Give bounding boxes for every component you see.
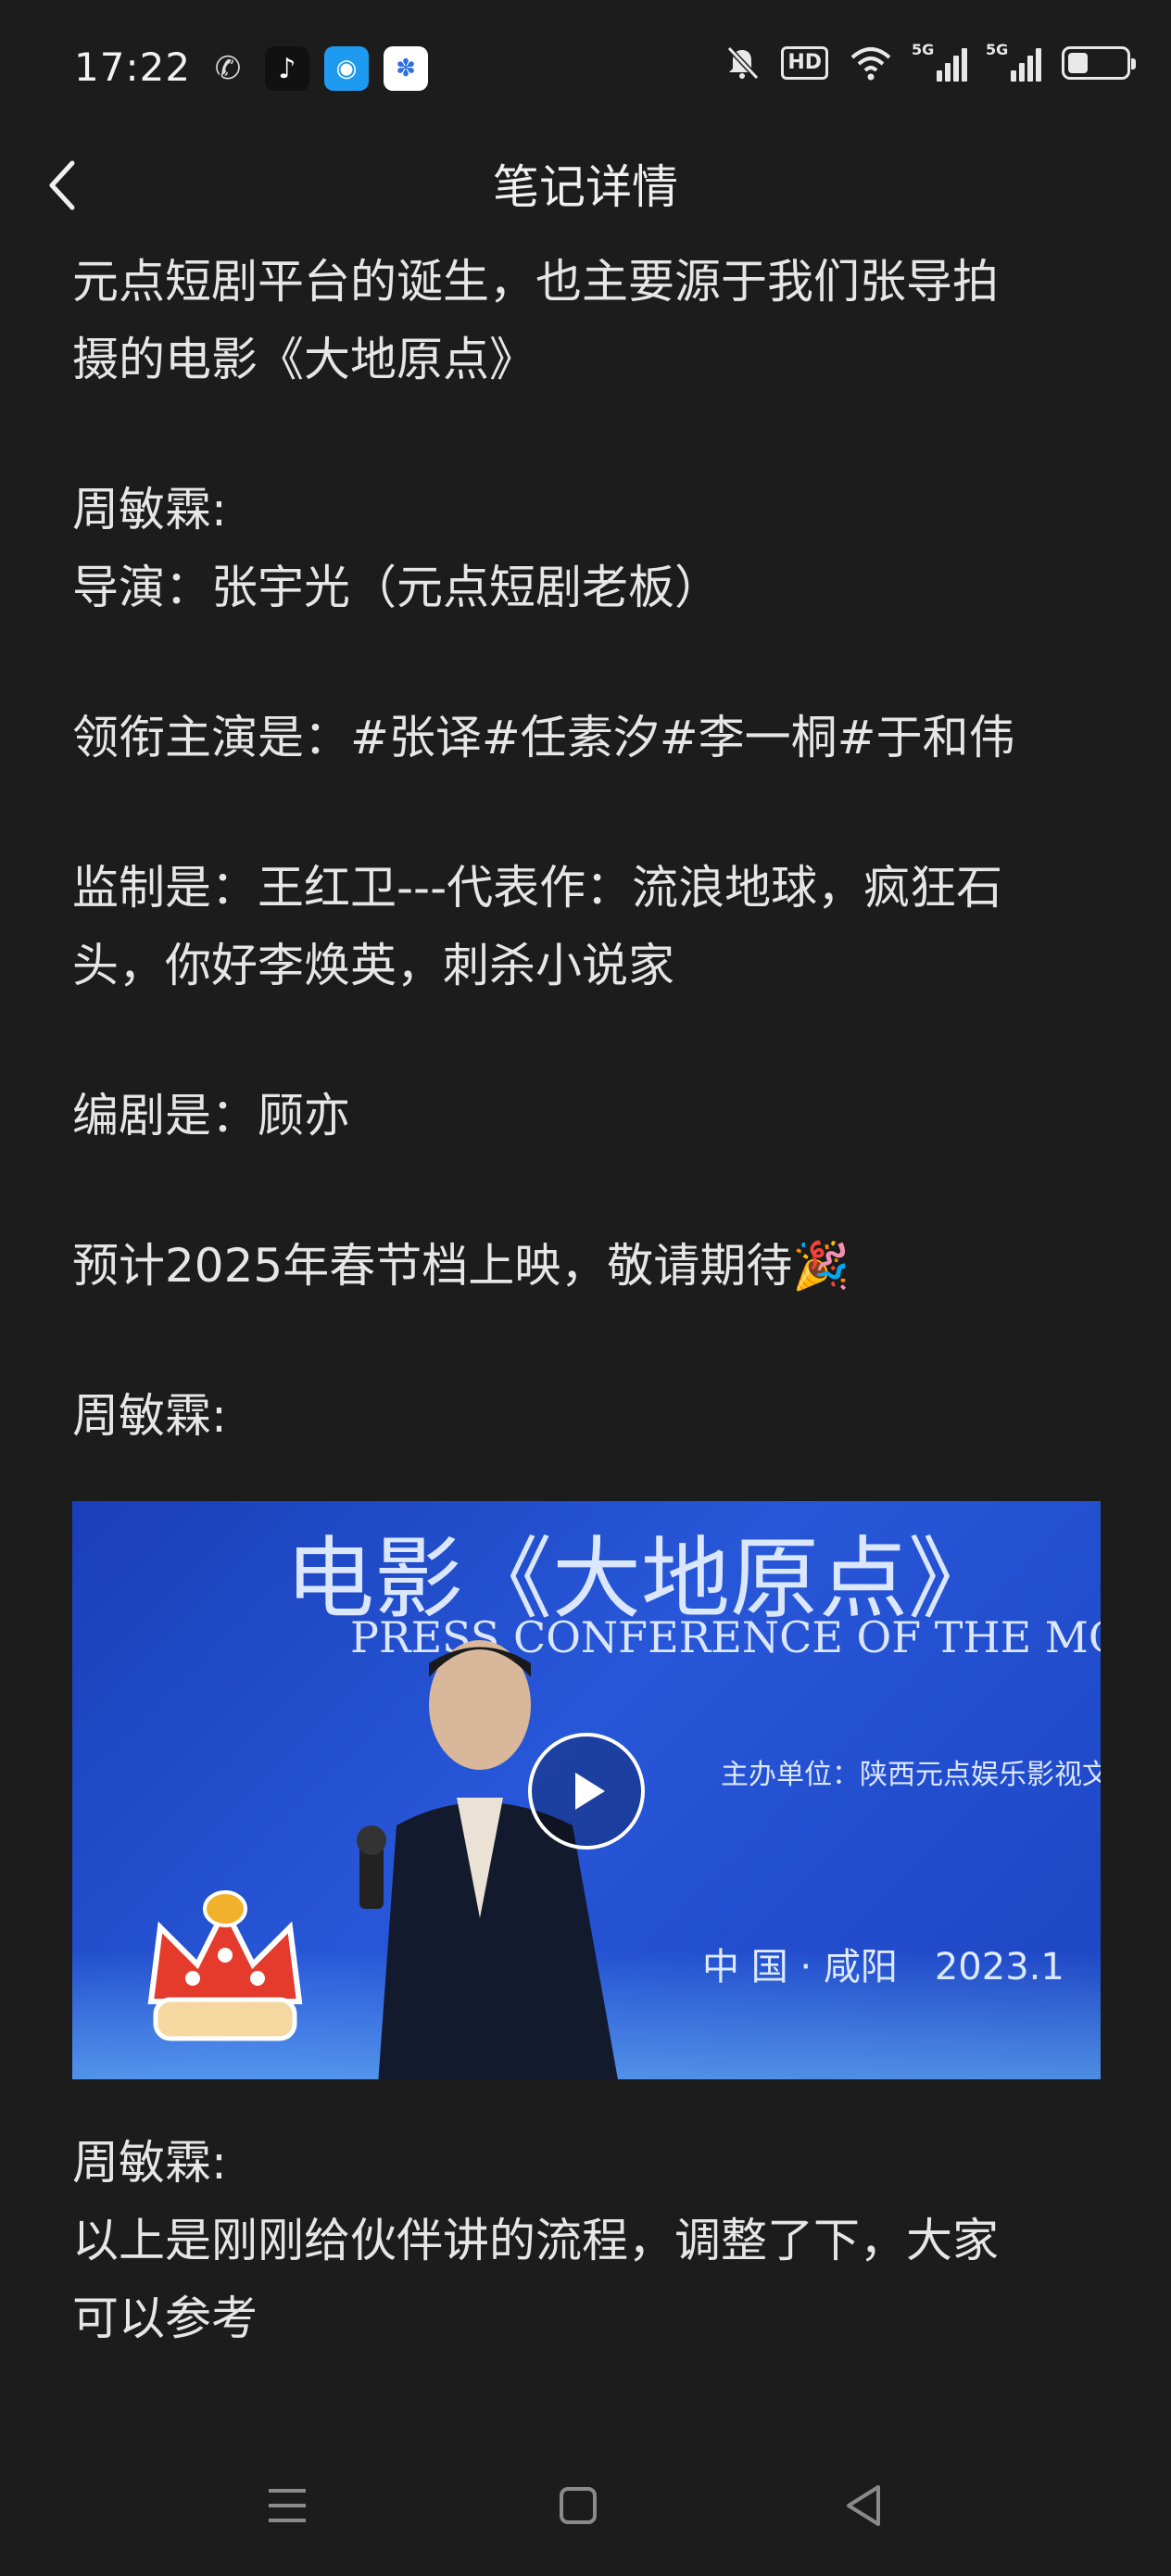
- chat-app-icon: ◉: [324, 46, 369, 91]
- battery-icon: [1062, 46, 1136, 80]
- speaker-figure: [357, 1640, 618, 2079]
- baidu-icon: ✽: [384, 46, 428, 91]
- crown-sticker: [147, 1890, 303, 2041]
- home-icon[interactable]: [550, 2478, 606, 2533]
- note-paragraph: 周敏霖: 以上是刚刚给伙伴讲的流程，调整了下，大家 可以参考: [72, 2136, 999, 2345]
- status-bar: 17:22 ✆ ♪ ◉ ✽ HD 5G 5G: [0, 0, 1171, 139]
- mute-bell-icon: [727, 45, 760, 81]
- note-paragraph: 编剧是：顾亦: [72, 1089, 350, 1143]
- note-paragraph: 领衔主演是：#张译#任素汐#李一桐#于和伟: [72, 711, 1015, 764]
- hd-voice-badge: HD: [781, 46, 828, 80]
- note-paragraph: 周敏霖: 导演：张宇光（元点短剧老板）: [72, 483, 721, 614]
- wechat-icon: ✆: [214, 50, 242, 87]
- play-button[interactable]: [528, 1733, 645, 1850]
- battery-level: [1068, 53, 1088, 73]
- note-content-bottom: 周敏霖: 以上是刚刚给伙伴讲的流程，调整了下，大家 可以参考: [72, 2124, 1110, 2357]
- status-time: 17:22: [74, 44, 192, 90]
- tiktok-icon: ♪: [265, 46, 309, 91]
- wifi-icon: [850, 47, 891, 81]
- note-paragraph: 周敏霖:: [72, 1389, 227, 1443]
- header: 笔记详情: [0, 139, 1171, 232]
- video-player[interactable]: 电影《大地原点》 PRESS CONFERENCE OF THE MOV 主办单…: [72, 1501, 1101, 2079]
- system-icons: HD 5G 5G: [724, 41, 1136, 82]
- note-paragraph: 元点短剧平台的诞生，也主要源于我们张导拍 摄的电影《大地原点》: [72, 255, 999, 386]
- note-content: 元点短剧平台的诞生，也主要源于我们张导拍 摄的电影《大地原点》 周敏霖: 导演：…: [72, 243, 1110, 1455]
- note-paragraph: 预计2025年春节档上映，敬请期待🎉: [72, 1239, 850, 1293]
- signal-5g-icon-2: 5G: [986, 41, 1041, 82]
- play-icon: [575, 1773, 605, 1810]
- signal-5g-icon: 5G: [912, 41, 967, 82]
- menu-icon[interactable]: [259, 2478, 315, 2533]
- note-paragraph: 监制是：王红卫---代表作：流浪地球，疯狂石 头，你好李焕英，刺杀小说家: [72, 861, 1003, 992]
- notification-app-icons: ✆ ♪ ◉ ✽: [206, 46, 428, 91]
- system-nav-bar: [0, 2446, 1171, 2567]
- back-triangle-icon[interactable]: [837, 2478, 893, 2533]
- video-banner-organizer: 主办单位：陕西元点娱乐影视文: [721, 1759, 1101, 1791]
- page-title: 笔记详情: [493, 160, 678, 214]
